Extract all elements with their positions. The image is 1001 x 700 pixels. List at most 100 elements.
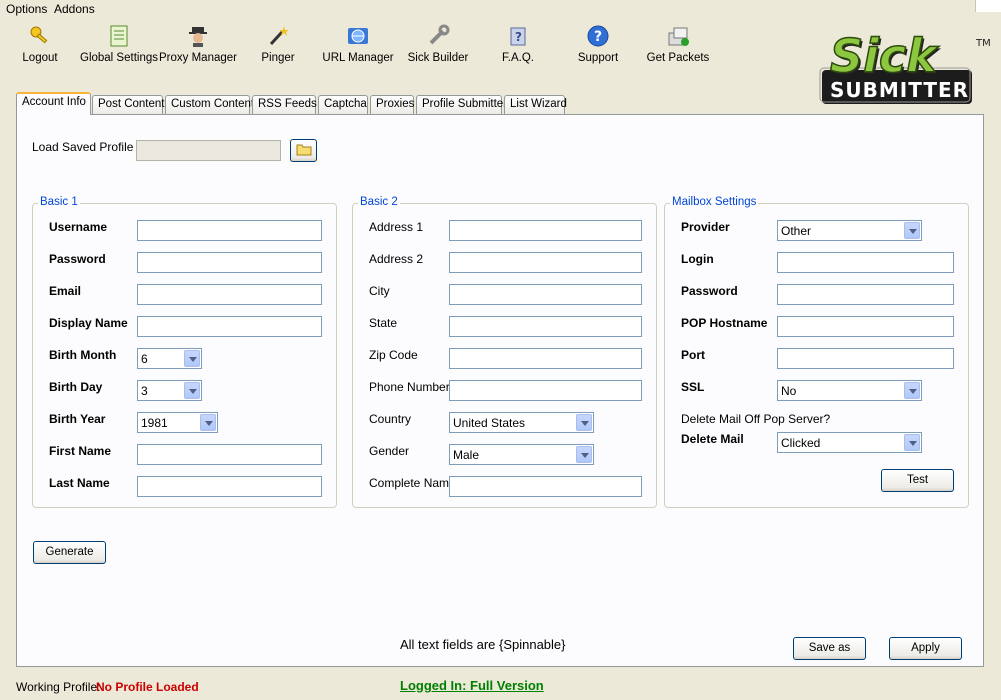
mailbox-title: Mailbox Settings	[670, 196, 759, 208]
last-name-label: Last Name	[49, 476, 110, 490]
delete-mail-value: Clicked	[781, 436, 821, 450]
ssl-select[interactable]: No	[777, 380, 922, 401]
address2-label: Address 2	[369, 252, 424, 266]
login-field[interactable]	[777, 252, 954, 273]
chevron-down-icon[interactable]	[904, 222, 920, 239]
global-settings-button[interactable]: Global Settings	[79, 22, 159, 66]
menu-options[interactable]: Options	[6, 2, 47, 16]
birth-month-label: Birth Month	[49, 348, 117, 362]
last-name-field[interactable]	[137, 476, 322, 497]
ssl-value: No	[781, 384, 797, 398]
chevron-down-icon[interactable]	[576, 446, 592, 463]
apply-button[interactable]: Apply	[889, 637, 962, 660]
generate-button[interactable]: Generate	[33, 541, 106, 564]
chevron-down-icon[interactable]	[184, 382, 200, 399]
working-profile-value: No Profile Loaded	[96, 680, 199, 694]
birth-month-select[interactable]: 6	[137, 348, 202, 369]
country-label: Country	[369, 412, 412, 426]
delete-note-label: Delete Mail Off Pop Server?	[681, 412, 831, 426]
gender-select[interactable]: Male	[449, 444, 594, 465]
username-field[interactable]	[137, 220, 322, 241]
chevron-down-icon[interactable]	[200, 414, 216, 431]
pop-hostname-field[interactable]	[777, 316, 954, 337]
birth-day-value: 3	[141, 384, 148, 398]
password-field[interactable]	[137, 252, 322, 273]
provider-label: Provider	[681, 220, 730, 234]
birth-month-value: 6	[141, 352, 148, 366]
tab-account-info[interactable]: Account Info	[16, 92, 91, 115]
chevron-down-icon[interactable]	[904, 434, 920, 451]
zip-field[interactable]	[449, 348, 642, 369]
proxy-manager-button[interactable]: Proxy Manager	[158, 22, 238, 66]
sick-builder-label: Sick Builder	[407, 52, 469, 64]
packets-icon	[668, 27, 689, 46]
save-as-button[interactable]: Save as	[793, 637, 866, 660]
provider-select[interactable]: Other	[777, 220, 922, 241]
phone-label: Phone Number	[369, 380, 450, 394]
tab-profile-submitter[interactable]: Profile Submitter	[416, 95, 507, 114]
state-field[interactable]	[449, 316, 642, 337]
profile-path-field[interactable]	[136, 140, 281, 161]
email-field[interactable]	[137, 284, 322, 305]
display-name-field[interactable]	[137, 316, 322, 337]
notepad-icon	[110, 25, 128, 47]
ssl-label: SSL	[681, 380, 705, 394]
birth-year-select[interactable]: 1981	[137, 412, 218, 433]
port-label: Port	[681, 348, 705, 362]
address2-field[interactable]	[449, 252, 642, 273]
password-label: Password	[49, 252, 106, 266]
chevron-down-icon[interactable]	[576, 414, 592, 431]
city-label: City	[369, 284, 390, 298]
tab-rss-feeds[interactable]: RSS Feeds	[252, 95, 317, 114]
browse-profile-button[interactable]	[290, 139, 317, 162]
logout-label: Logout	[22, 52, 58, 64]
logout-button[interactable]: Logout	[0, 22, 80, 66]
faq-button[interactable]: ? F.A.Q.	[478, 22, 558, 66]
chevron-down-icon[interactable]	[904, 382, 920, 399]
pop-hostname-label: POP Hostname	[681, 316, 768, 330]
state-label: State	[369, 316, 398, 330]
email-label: Email	[49, 284, 82, 298]
support-button[interactable]: ? Support	[558, 22, 638, 66]
load-profile-label: Load Saved Profile	[32, 140, 134, 154]
tab-captcha[interactable]: Captcha	[318, 95, 368, 114]
birth-day-select[interactable]: 3	[137, 380, 202, 401]
sick-builder-button[interactable]: Sick Builder	[398, 22, 478, 66]
country-value: United States	[453, 416, 526, 430]
logged-in-link[interactable]: Logged In: Full Version	[400, 678, 544, 693]
menu-addons[interactable]: Addons	[54, 2, 95, 16]
menu-bar: Options Addons	[0, 0, 1001, 18]
help-icon: ?	[587, 25, 609, 47]
mail-password-field[interactable]	[777, 284, 954, 305]
magic-wand-icon	[269, 26, 289, 46]
display-name-label: Display Name	[49, 316, 128, 330]
country-select[interactable]: United States	[449, 412, 594, 433]
username-label: Username	[49, 220, 108, 234]
mail-password-label: Password	[681, 284, 738, 298]
city-field[interactable]	[449, 284, 642, 305]
logo-word-sick-front: Sick	[830, 29, 939, 83]
birth-day-label: Birth Day	[49, 380, 103, 394]
delete-mail-select[interactable]: Clicked	[777, 432, 922, 453]
port-field[interactable]	[777, 348, 954, 369]
tab-post-content[interactable]: Post Content	[92, 95, 164, 114]
url-manager-button[interactable]: URL Manager	[318, 22, 398, 66]
faq-label: F.A.Q.	[502, 52, 534, 64]
test-button[interactable]: Test	[881, 469, 954, 492]
delete-mail-label: Delete Mail	[681, 432, 744, 446]
address1-field[interactable]	[449, 220, 642, 241]
phone-field[interactable]	[449, 380, 642, 401]
tab-list-wizard[interactable]: List Wizard	[504, 95, 567, 114]
basic2-title: Basic 2	[358, 196, 400, 208]
complete-name-field[interactable]	[449, 476, 642, 497]
pinger-button[interactable]: Pinger	[238, 22, 318, 66]
chevron-down-icon[interactable]	[184, 350, 200, 367]
first-name-field[interactable]	[137, 444, 322, 465]
support-label: Support	[577, 52, 619, 64]
get-packets-label: Get Packets	[646, 52, 710, 64]
get-packets-button[interactable]: Get Packets	[638, 22, 718, 66]
tab-custom-content[interactable]: Custom Content	[165, 95, 254, 114]
first-name-label: First Name	[49, 444, 112, 458]
key-icon	[30, 26, 48, 44]
tab-proxies[interactable]: Proxies	[370, 95, 414, 114]
